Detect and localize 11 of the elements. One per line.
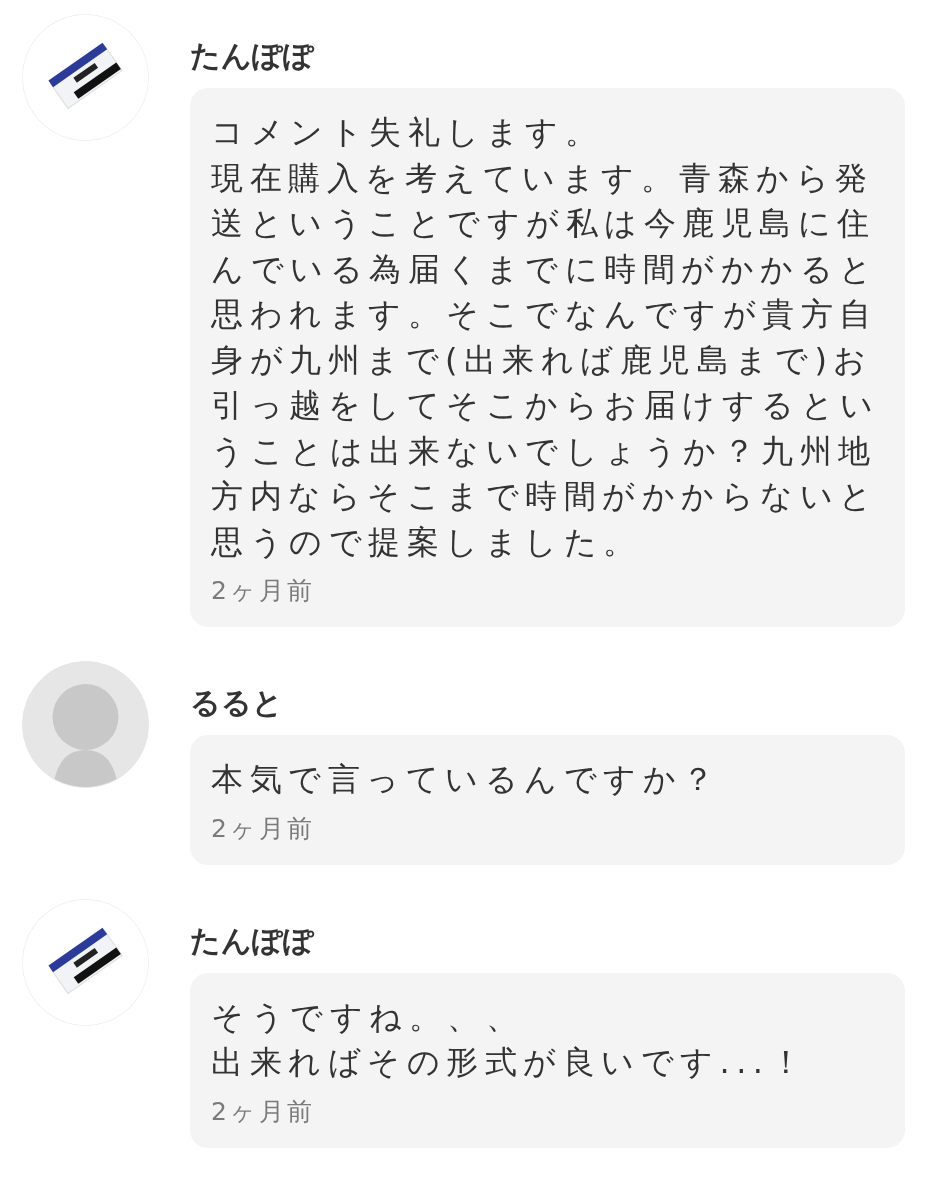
author-name: たんぽぽ — [190, 38, 316, 74]
comment-text: そうですね。、、 — [211, 996, 525, 1038]
author-name: たんぽぽ — [190, 922, 316, 959]
comment-time: 2ヶ月前 — [211, 1095, 316, 1128]
comment-time: 2ヶ月前 — [211, 575, 316, 607]
comment-time: 2ヶ月前 — [211, 812, 316, 845]
comment-text: 現在購入を考えています。青森から発送ということですが私は今鹿児島に住んでいる為届くまでに時間がかかると思われます。そこでなんですが貴方自身が九州まで(出来れば鹿児島まで)お引っ越をしてそこからお届けするということは出来ないでしょうか？九州地方内ならそこまで時間がかからないと思うので提案しました。 — [211, 157, 881, 563]
comment-text: 本気で言っているんですか？ — [211, 759, 722, 800]
comment-text: 出来ればその形式が良いです...！ — [211, 1042, 809, 1083]
author-name: るると — [190, 685, 284, 721]
comment-text: コメント失礼します。 — [211, 112, 604, 153]
